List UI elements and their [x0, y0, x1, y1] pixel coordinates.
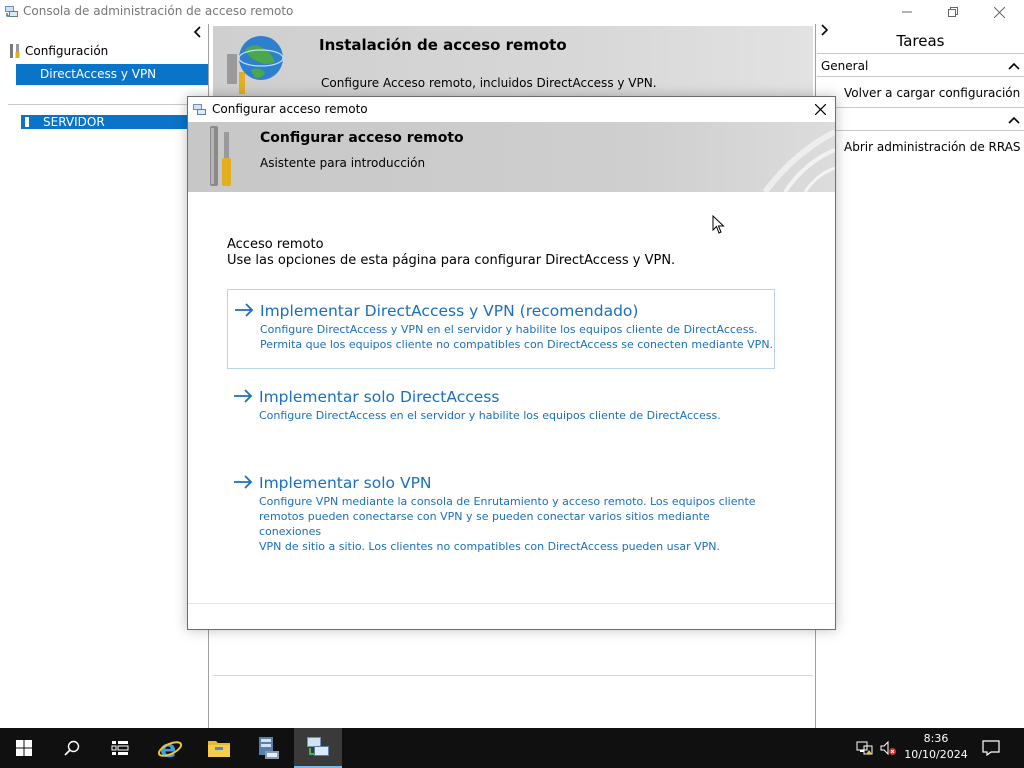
divider — [188, 603, 835, 604]
chevron-up-icon — [1008, 116, 1020, 124]
nav-server[interactable]: SERVIDOR — [21, 115, 208, 129]
task-section-general[interactable]: General — [817, 53, 1024, 77]
clock-date: 10/10/2024 — [904, 748, 968, 761]
task-open-rras[interactable]: Abrir administración de RRAS — [844, 140, 1021, 154]
windows-logo-icon — [16, 740, 32, 756]
arrow-right-icon — [234, 475, 253, 489]
minimize-icon — [902, 11, 912, 13]
center-header: Instalación de acceso remoto Configure A… — [213, 26, 813, 98]
tools-icon — [10, 44, 20, 58]
search-icon — [64, 740, 80, 756]
folder-icon — [208, 741, 230, 757]
intro-desc: Use las opciones de esta página para con… — [227, 253, 676, 268]
tasks-title: Tareas — [896, 32, 945, 50]
tasks-pane: Tareas General Volver a cargar configura… — [817, 24, 1024, 728]
server-manager-button[interactable] — [244, 728, 292, 768]
network-icon — [856, 741, 873, 755]
option-desc: Configure VPN mediante la consola de Enr… — [259, 494, 775, 554]
option-desc-line: Configure DirectAccess en el servidor y … — [259, 409, 721, 422]
divider — [8, 104, 208, 105]
dialog-titlebar: Configurar acceso remoto — [188, 97, 835, 122]
chevron-up-icon — [1008, 62, 1020, 70]
arrow-right-icon — [235, 303, 254, 317]
server-manager-icon — [259, 737, 279, 759]
option-desc: Configure DirectAccess y VPN en el servi… — [260, 322, 774, 352]
option-desc-line: Configure DirectAccess y VPN en el servi… — [260, 323, 758, 336]
option-deploy-vpn-only[interactable]: Implementar solo VPN Configure VPN media… — [227, 462, 775, 553]
option-desc-line: Permita que los equipos cliente no compa… — [260, 338, 774, 351]
close-window-button[interactable] — [976, 0, 1022, 24]
clock[interactable]: 8:36 10/10/2024 — [900, 731, 972, 763]
remote-access-console-icon — [307, 737, 329, 756]
option-deploy-directaccess-vpn[interactable]: Implementar DirectAccess y VPN (recomend… — [227, 289, 775, 369]
file-explorer-button[interactable] — [195, 728, 243, 768]
volume-muted-icon — [880, 740, 896, 756]
dialog-header: Configurar acceso remoto Asistente para … — [188, 122, 835, 192]
nav-configuracion-label: Configuración — [25, 44, 109, 58]
minimize-button[interactable] — [884, 0, 930, 24]
remote-access-app-icon — [193, 104, 206, 115]
task-section-label: General — [821, 59, 869, 73]
dialog-title: Configurar acceso remoto — [212, 102, 368, 116]
window-titlebar: Consola de administración de acceso remo… — [0, 0, 1024, 24]
dialog-header-title: Configurar acceso remoto — [260, 130, 464, 146]
network-tray-button[interactable] — [856, 728, 874, 768]
task-section-vpn[interactable]: N — [817, 107, 1024, 131]
volume-tray-button[interactable] — [879, 728, 897, 768]
collapse-left-pane-icon[interactable] — [193, 26, 201, 42]
clock-time: 8:36 — [923, 732, 949, 745]
configure-remote-access-dialog: Configurar acceso remoto Configurar acce… — [187, 96, 836, 630]
start-button[interactable] — [0, 728, 48, 768]
nav-configuracion[interactable]: Configuración — [8, 43, 108, 59]
restore-icon — [948, 7, 958, 17]
task-reload-config[interactable]: Volver a cargar configuración — [844, 86, 1020, 100]
globe-icon — [227, 36, 284, 94]
restore-button[interactable] — [930, 0, 976, 24]
dialog-header-subtitle: Asistente para introducción — [260, 156, 426, 170]
divider — [213, 675, 813, 676]
option-title: Implementar solo VPN — [259, 474, 432, 492]
option-desc-line: Configure VPN mediante la consola de Enr… — [259, 495, 756, 508]
navigation-pane: Configuración DirectAccess y VPN SERVIDO… — [0, 24, 208, 728]
intro-title: Acceso remoto — [227, 237, 324, 252]
taskbar: e 8:36 10/10/2024 — [0, 728, 1024, 768]
option-desc-line: remotos pueden conectarse con VPN y se p… — [259, 510, 710, 538]
center-header-desc: Configure Acceso remoto, incluidos Direc… — [321, 76, 657, 90]
close-icon — [993, 6, 1005, 18]
task-view-button[interactable] — [96, 728, 144, 768]
internet-explorer-button[interactable]: e — [146, 728, 194, 768]
window-title: Consola de administración de acceso remo… — [23, 4, 294, 18]
option-title: Implementar DirectAccess y VPN (recomend… — [260, 302, 639, 320]
option-desc-line: VPN de sitio a sitio. Los clientes no co… — [259, 540, 720, 553]
header-decoration — [762, 129, 835, 192]
arrow-right-icon — [234, 389, 253, 403]
dialog-close-button[interactable] — [805, 97, 835, 122]
action-center-button[interactable] — [982, 728, 1000, 768]
option-deploy-directaccess-only[interactable]: Implementar solo DirectAccess Configure … — [227, 376, 775, 436]
internet-explorer-icon: e — [157, 735, 183, 761]
server-icon — [25, 117, 29, 127]
center-header-title: Instalación de acceso remoto — [319, 36, 567, 54]
mouse-cursor-icon — [712, 215, 725, 234]
task-view-icon — [111, 741, 129, 755]
nav-server-label: SERVIDOR — [43, 115, 105, 129]
remote-access-console-button[interactable] — [294, 728, 342, 768]
remote-access-app-icon — [5, 6, 18, 17]
notification-icon — [982, 740, 1000, 756]
option-title: Implementar solo DirectAccess — [259, 388, 500, 406]
tools-icon — [210, 126, 231, 186]
close-icon — [814, 104, 826, 115]
search-button[interactable] — [48, 728, 96, 768]
nav-directaccess-vpn[interactable]: DirectAccess y VPN — [16, 64, 208, 85]
option-desc: Configure DirectAccess en el servidor y … — [259, 408, 775, 423]
